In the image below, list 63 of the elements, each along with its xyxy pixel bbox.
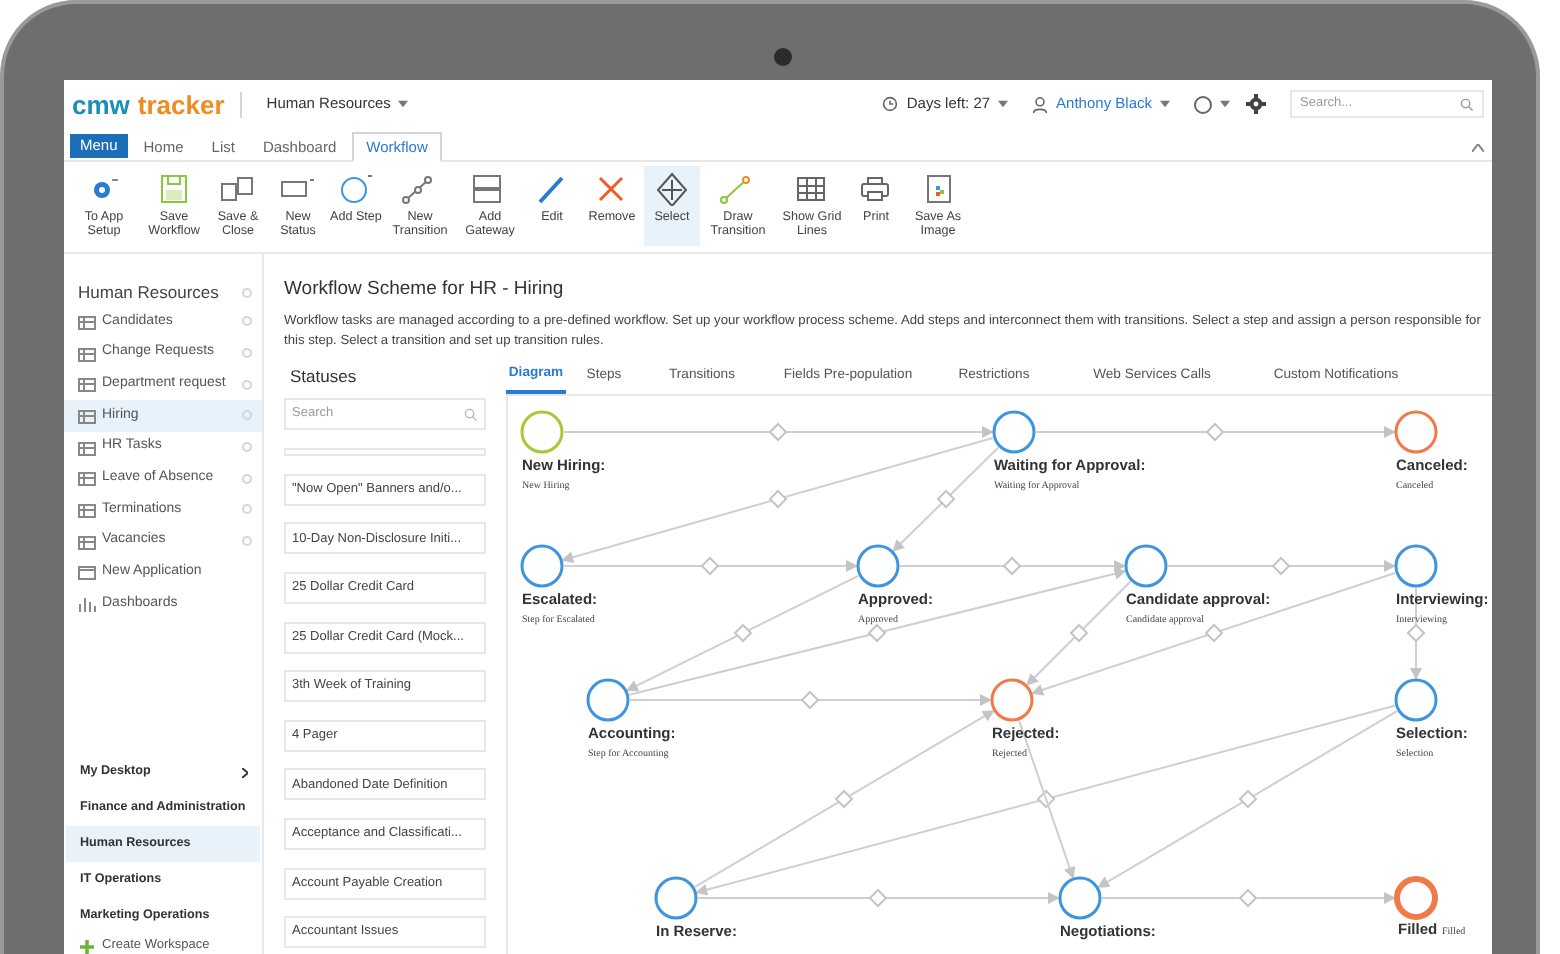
gateway-diamond[interactable]	[1406, 624, 1426, 643]
gateway-diamond[interactable]	[834, 790, 854, 809]
settings-icon[interactable]	[1246, 94, 1266, 114]
gateway-diamond[interactable]	[1205, 423, 1225, 442]
bar-chart-icon	[78, 596, 96, 613]
gateway-diamond[interactable]	[768, 490, 788, 509]
step-node[interactable]	[1394, 545, 1438, 588]
step-node[interactable]	[1124, 545, 1168, 588]
table-icon	[78, 470, 96, 487]
step-node[interactable]	[992, 411, 1036, 454]
step-node[interactable]	[1058, 877, 1102, 920]
step-node[interactable]	[1394, 411, 1438, 454]
page-title: Workflow Scheme for HR - Hiring	[284, 276, 566, 304]
gateway-diamond[interactable]	[867, 624, 887, 643]
statuses-title: Statuses	[288, 364, 359, 391]
window-icon	[78, 564, 96, 581]
gateway-diamond[interactable]	[1238, 790, 1258, 809]
collapse-caret-icon[interactable]	[1472, 144, 1484, 152]
step-node[interactable]	[856, 545, 900, 588]
windows-icon	[220, 172, 256, 206]
step-node[interactable]	[990, 679, 1034, 722]
status-box[interactable]	[284, 448, 486, 457]
gateway-diamond[interactable]	[868, 889, 888, 908]
gateway-diamond[interactable]	[1204, 624, 1224, 643]
plus-icon	[80, 939, 94, 953]
user-icon	[1032, 95, 1049, 113]
caret-icon[interactable]	[1220, 100, 1230, 108]
gateway-diamond[interactable]	[1036, 790, 1056, 809]
table-icon	[78, 313, 96, 330]
caret-icon	[998, 100, 1009, 108]
step-node[interactable]	[1394, 679, 1438, 722]
gateway-diamond[interactable]	[1069, 624, 1089, 643]
printer-icon	[858, 172, 894, 206]
gateway-diamond[interactable]	[1002, 557, 1022, 576]
step-node[interactable]	[520, 411, 564, 454]
clock-icon	[882, 96, 899, 112]
gateway-diamond[interactable]	[733, 624, 753, 643]
circle-icon	[338, 172, 374, 206]
diamond-icon	[654, 172, 690, 206]
step-node[interactable]	[654, 877, 698, 920]
caret-icon	[398, 100, 409, 108]
logo-text: cmw	[72, 91, 130, 117]
step-node[interactable]	[586, 679, 630, 722]
grid-icon	[794, 172, 830, 206]
gateway-diamond[interactable]	[1271, 557, 1291, 576]
table-icon	[78, 345, 96, 362]
gateway-diamond[interactable]	[800, 691, 820, 710]
table-icon	[78, 533, 96, 550]
gateway-diamond[interactable]	[936, 490, 956, 509]
gateway-diamond[interactable]	[768, 423, 788, 442]
gateway-diamond[interactable]	[1238, 889, 1258, 908]
gateway-diamond[interactable]	[700, 557, 720, 576]
sidebar-title: Human Resources	[78, 279, 221, 305]
table-icon	[78, 376, 96, 393]
connector-icon	[402, 172, 438, 206]
connector-icon	[720, 172, 756, 206]
table-icon	[78, 501, 96, 518]
step-node[interactable]	[520, 545, 564, 588]
table-icon	[78, 439, 96, 456]
step-node[interactable]	[1394, 876, 1438, 921]
caret-icon	[1160, 100, 1170, 108]
logo-text: tracker	[137, 91, 225, 117]
table-icon	[78, 407, 96, 424]
